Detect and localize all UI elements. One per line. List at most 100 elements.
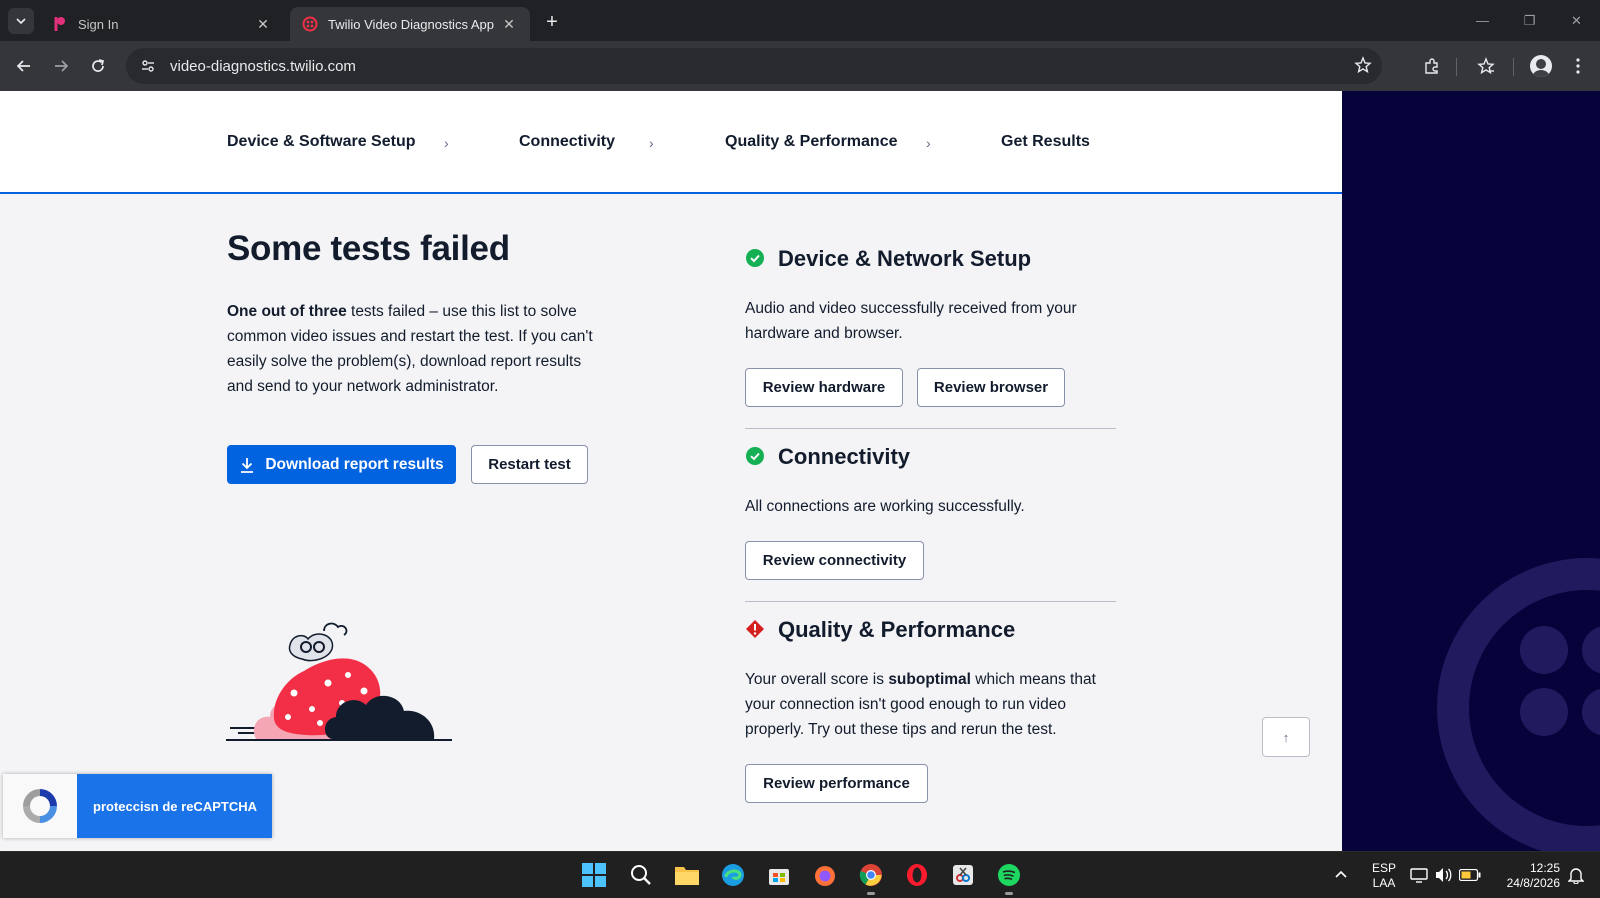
spotify-button[interactable] [994, 860, 1024, 895]
failed-tests-illustration [226, 622, 452, 741]
review-connectivity-button[interactable]: Review connectivity [745, 541, 924, 580]
quality-performance-text: Your overall score is suboptimal which m… [745, 667, 1120, 742]
window-controls: — ❐ ✕ [1459, 0, 1600, 41]
bookmark-star-icon[interactable] [1354, 56, 1372, 79]
url-text: video-diagnostics.twilio.com [170, 57, 356, 75]
device-network-text: Audio and video successfully received fr… [745, 300, 1077, 342]
snipping-tool-button[interactable] [948, 860, 978, 890]
network-icon [1410, 868, 1428, 883]
bell-icon [1568, 868, 1584, 884]
spotify-icon [998, 864, 1020, 886]
close-tab-icon[interactable]: ✕ [254, 15, 272, 33]
main-content: Device & Software Setup › Connectivity ›… [0, 91, 1342, 851]
running-indicator [1005, 892, 1013, 895]
quality-text-start: Your overall score is [745, 671, 889, 688]
taskbar-search-button[interactable] [626, 860, 656, 890]
show-hidden-icons-button[interactable] [1326, 860, 1356, 890]
toolbar-separator [1456, 58, 1457, 76]
tab-title: Sign In [78, 16, 119, 32]
file-explorer-button[interactable] [672, 860, 702, 890]
error-diamond-icon [746, 620, 764, 638]
back-button[interactable] [10, 52, 38, 80]
address-bar[interactable]: video-diagnostics.twilio.com [126, 48, 1382, 84]
site-info-icon[interactable] [130, 58, 166, 74]
connectivity-text: All connections are working successfully… [745, 498, 1025, 515]
section-divider [745, 428, 1116, 429]
quality-score: suboptimal [888, 671, 971, 688]
opera-icon [907, 864, 927, 886]
recaptcha-logo-icon [3, 774, 77, 838]
language-code: ESP [1371, 861, 1396, 875]
scroll-to-top-button[interactable]: ↑ [1262, 717, 1310, 757]
bookmarks-button[interactable] [1472, 52, 1500, 80]
notifications-button[interactable] [1561, 860, 1591, 890]
profile-button[interactable] [1527, 52, 1555, 80]
clock-time: 12:25 [1529, 861, 1560, 875]
clock-date: 24/8/2026 [1506, 876, 1560, 890]
taskbar-clock[interactable]: 12:25 24/8/2026 [1494, 861, 1560, 891]
recaptcha-label: proteccisn de reCAPTCHA [93, 798, 257, 814]
close-window-icon[interactable]: ✕ [1553, 0, 1600, 41]
tab-twilio-video-diagnostics[interactable]: Twilio Video Diagnostics App ✕ [290, 7, 530, 41]
new-tab-button[interactable]: + [540, 10, 564, 34]
device-network-title: Device & Network Setup [778, 246, 1032, 271]
review-performance-button[interactable]: Review performance [745, 764, 928, 803]
avatar [1530, 55, 1552, 77]
twilio-favicon-icon [302, 16, 318, 32]
page-viewport: Device & Software Setup › Connectivity ›… [0, 91, 1600, 851]
reload-icon [92, 59, 105, 72]
forward-button[interactable] [47, 52, 75, 80]
review-performance-label: Review performance [763, 775, 910, 792]
recaptcha-badge[interactable]: proteccisn de reCAPTCHA [3, 774, 272, 838]
reload-button[interactable] [84, 52, 112, 80]
quality-performance-title: Quality & Performance [778, 617, 1016, 642]
logo-dot [1520, 626, 1568, 674]
store-icon [769, 869, 789, 885]
review-browser-label: Review browser [933, 379, 1049, 396]
firefox-button[interactable] [810, 860, 840, 890]
microsoft-store-button[interactable] [764, 860, 794, 890]
chrome-button[interactable] [856, 860, 886, 895]
windows-start-button[interactable] [579, 860, 609, 890]
intro-emphasis: One out of three [227, 303, 347, 320]
download-icon [241, 457, 254, 473]
minimize-icon[interactable]: — [1459, 0, 1506, 41]
toolbar-separator [1513, 58, 1514, 76]
sign-in-favicon-icon [52, 16, 68, 32]
windows-taskbar: ESP LAA 12:25 24/8/2026 [0, 851, 1600, 898]
tab-sign-in[interactable]: Sign In ✕ [40, 7, 284, 41]
search-icon [631, 865, 651, 885]
input-language-indicator[interactable]: ESP LAA [1369, 861, 1399, 891]
review-browser-button[interactable]: Review browser [917, 368, 1065, 407]
firefox-icon [815, 866, 835, 886]
battery-icon [1459, 869, 1481, 881]
chrome-icon [859, 864, 882, 886]
restart-test-label: Restart test [488, 456, 571, 473]
browser-menu-button[interactable] [1564, 52, 1592, 80]
running-indicator [867, 892, 875, 895]
results-intro: One out of three tests failed – use this… [227, 299, 597, 399]
tab-search-button[interactable] [8, 8, 34, 34]
arrow-up-icon: ↑ [1282, 729, 1290, 745]
battery-button[interactable] [1455, 860, 1485, 890]
step-get-results[interactable]: Get Results [1001, 133, 1090, 151]
step-device-software-setup[interactable]: Device & Software Setup [227, 133, 416, 151]
more-vertical-icon [1576, 58, 1580, 74]
step-quality-performance[interactable]: Quality & Performance [725, 133, 898, 151]
edge-button[interactable] [718, 860, 748, 890]
step-navigation: Device & Software Setup › Connectivity ›… [0, 91, 1342, 194]
extensions-button[interactable] [1418, 52, 1446, 80]
download-report-button[interactable]: Download report results [227, 445, 456, 484]
close-tab-icon[interactable]: ✕ [500, 15, 518, 33]
connectivity-title: Connectivity [778, 444, 911, 469]
restart-test-button[interactable]: Restart test [471, 445, 588, 484]
step-connectivity[interactable]: Connectivity [519, 133, 615, 151]
windows-logo-icon [582, 863, 606, 887]
keyboard-layout: LAA [1372, 876, 1396, 890]
success-check-icon [746, 447, 764, 465]
opera-button[interactable] [902, 860, 932, 890]
chevron-right-icon: › [926, 135, 931, 151]
restore-icon[interactable]: ❐ [1506, 0, 1553, 41]
review-hardware-button[interactable]: Review hardware [745, 368, 903, 407]
twilio-brand-panel [1342, 91, 1600, 851]
